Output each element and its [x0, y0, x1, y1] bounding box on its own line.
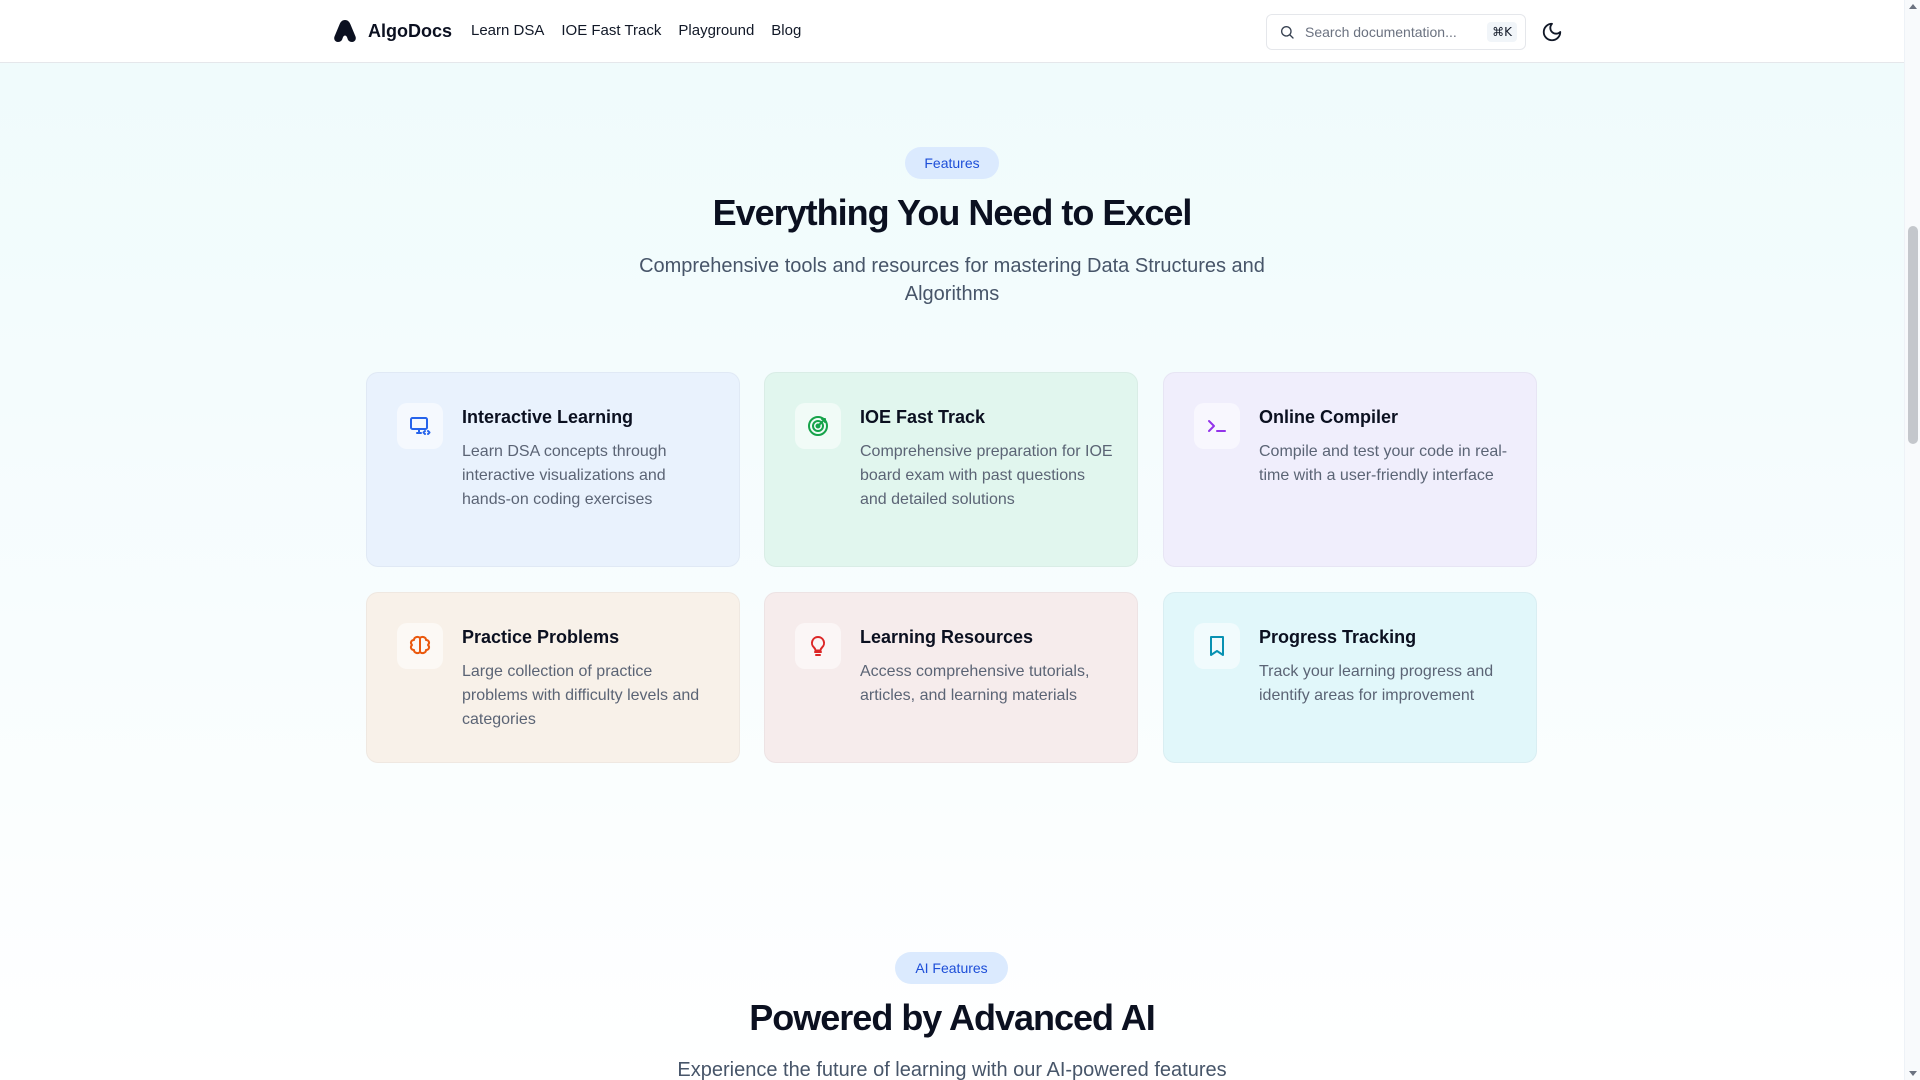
ai-features-badge: AI Features — [895, 952, 1008, 984]
feature-card-title: IOE Fast Track — [860, 407, 986, 427]
feature-card-title: Interactive Learning — [462, 407, 634, 427]
brain-icon — [409, 635, 431, 655]
feature-icon-container — [795, 403, 841, 449]
feature-card-description: Comprehensive preparation for IOE board … — [860, 443, 1113, 508]
scrollbar-thumb[interactable] — [1908, 226, 1918, 444]
feature-icon-container — [397, 403, 443, 449]
nav-learn-dsa[interactable]: Learn DSA — [471, 22, 544, 39]
scroll-down-arrow-icon[interactable] — [1909, 1071, 1917, 1076]
feature-card-description: Large collection of practice problems wi… — [462, 663, 700, 728]
page: AlgoDocs Learn DSA IOE Fast Track Playgr… — [0, 0, 1904, 1080]
ai-subtitle: Experience the future of learning with o… — [677, 1059, 1227, 1080]
target-icon — [808, 416, 828, 436]
scroll-up-arrow-icon[interactable] — [1909, 4, 1917, 9]
brand-name: AlgoDocs — [368, 20, 453, 41]
page-scrollbar[interactable] — [1904, 0, 1920, 1080]
nav-playground[interactable]: Playground — [678, 22, 754, 39]
lightbulb-icon — [810, 635, 826, 656]
feature-card-practice-problems[interactable]: Practice Problems Large collection of pr… — [366, 592, 740, 763]
search-shortcut-badge: ⌘K — [1487, 22, 1517, 42]
brand-link[interactable]: AlgoDocs — [332, 18, 452, 44]
main-nav: Learn DSA IOE Fast Track Playground Blog — [471, 22, 801, 39]
ai-heading: Powered by Advanced AI — [749, 997, 1155, 1038]
feature-card-interactive-learning[interactable]: Interactive Learning Learn DSA concepts … — [366, 372, 740, 567]
search-input[interactable] — [1305, 24, 1488, 40]
feature-card-title: Practice Problems — [462, 627, 620, 647]
feature-card-description: Access comprehensive tutorials, articles… — [860, 663, 1090, 704]
feature-icon-container — [795, 623, 841, 669]
bookmark-icon — [1210, 636, 1224, 656]
feature-card-description: Track your learning progress and identif… — [1259, 663, 1494, 704]
search-box[interactable]: ⌘K — [1266, 14, 1526, 50]
feature-card-title: Learning Resources — [860, 627, 1034, 647]
top-navbar: AlgoDocs Learn DSA IOE Fast Track Playgr… — [0, 0, 1904, 63]
feature-icon-container — [397, 623, 443, 669]
nav-blog[interactable]: Blog — [771, 22, 801, 39]
feature-card-progress-tracking[interactable]: Progress Tracking Track your learning pr… — [1163, 592, 1537, 763]
feature-card-online-compiler[interactable]: Online Compiler Compile and test your co… — [1163, 372, 1537, 567]
algodocs-logo-icon — [334, 20, 356, 42]
feature-card-title: Online Compiler — [1259, 407, 1399, 427]
features-subtitle: Comprehensive tools and resources for ma… — [639, 255, 1265, 305]
search-icon — [1281, 26, 1294, 39]
feature-card-description: Learn DSA concepts through interactive v… — [462, 443, 667, 508]
nav-ioe-fast-track[interactable]: IOE Fast Track — [561, 22, 661, 39]
moon-icon[interactable] — [1541, 21, 1563, 43]
features-badge: Features — [905, 147, 999, 179]
feature-card-description: Compile and test your code in real-time … — [1259, 443, 1508, 484]
feature-icon-container — [1194, 623, 1240, 669]
feature-card-learning-resources[interactable]: Learning Resources Access comprehensive … — [764, 592, 1138, 763]
terminal-icon — [1208, 420, 1226, 432]
features-heading: Everything You Need to Excel — [712, 192, 1193, 233]
feature-icon-container — [1194, 403, 1240, 449]
feature-card-title: Progress Tracking — [1259, 627, 1417, 647]
monitor-code-icon — [410, 417, 431, 435]
feature-card-ioe-fast-track[interactable]: IOE Fast Track Comprehensive preparation… — [764, 372, 1138, 567]
